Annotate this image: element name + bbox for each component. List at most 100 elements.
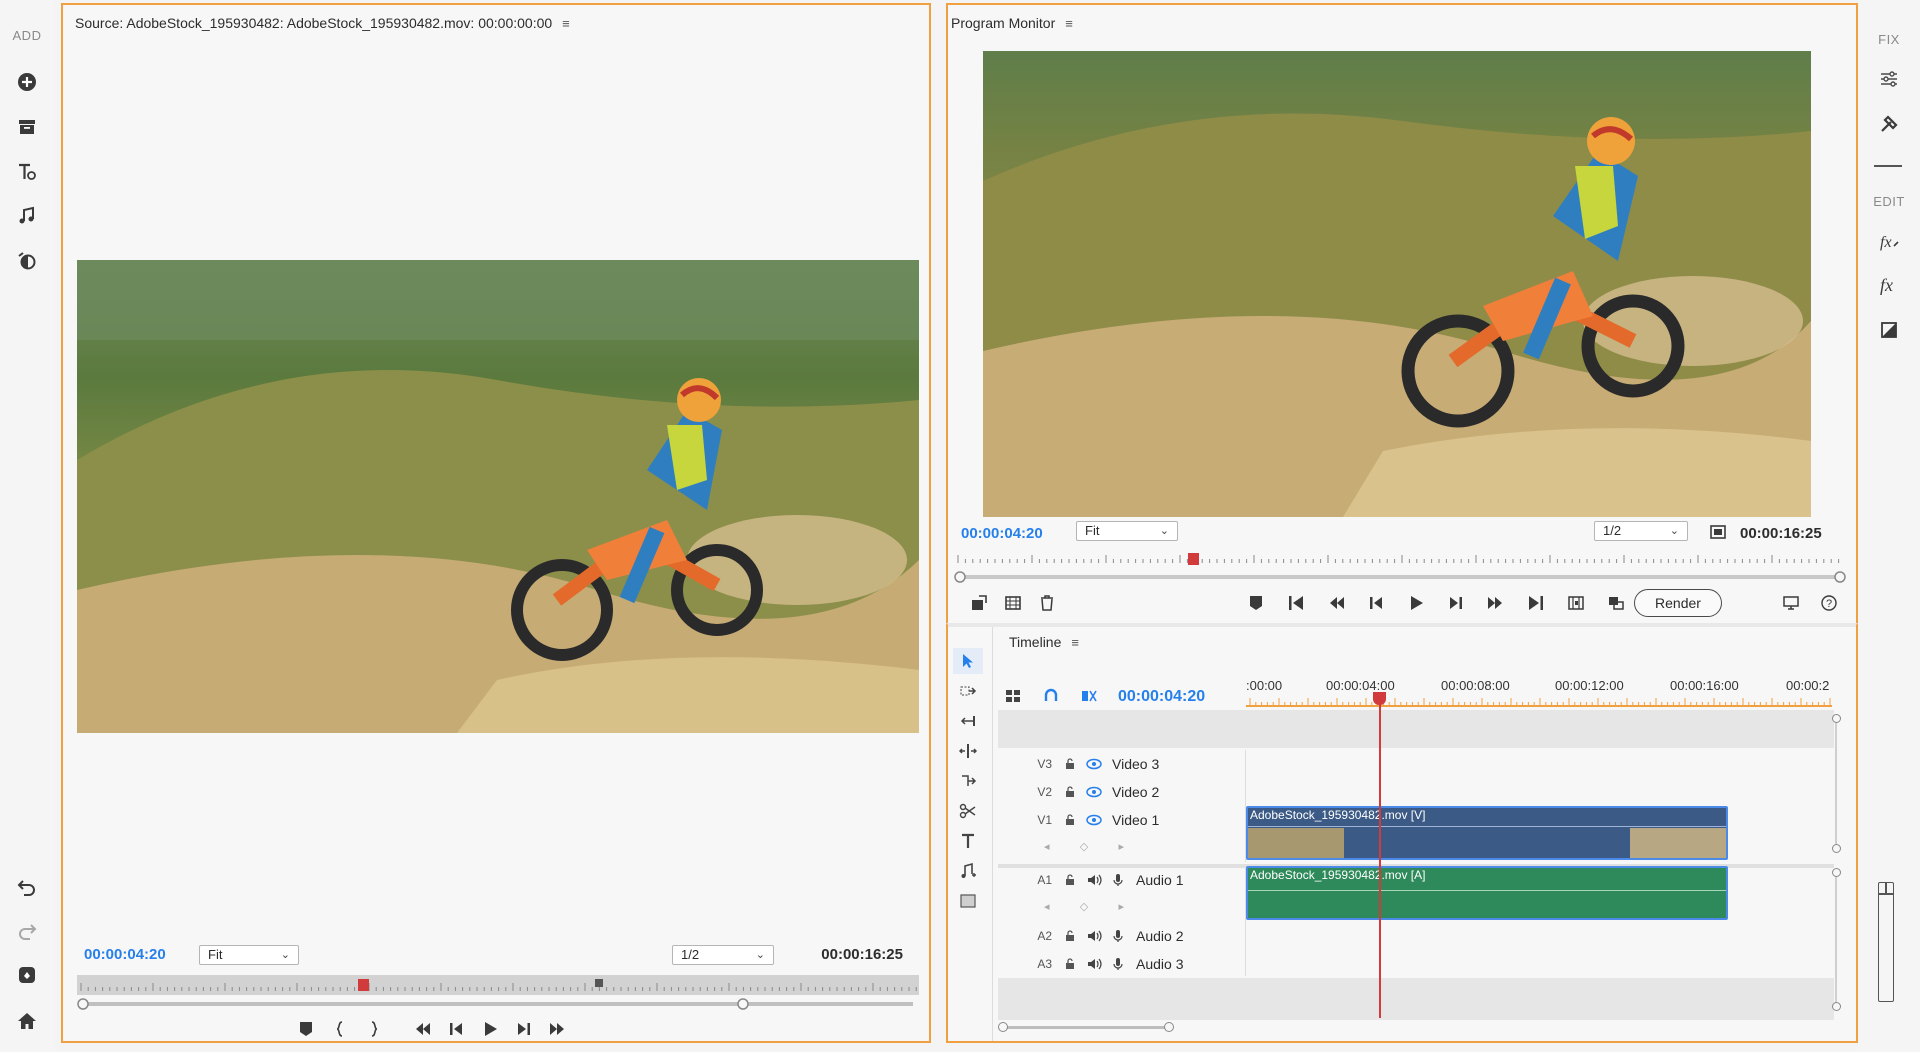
type-tool-icon[interactable] bbox=[953, 828, 983, 854]
add-keyframe-icon[interactable]: ◇ bbox=[1080, 840, 1088, 854]
source-scrubber[interactable] bbox=[77, 969, 919, 1013]
play-icon[interactable] bbox=[473, 1015, 507, 1043]
program-resolution-select[interactable]: 1/2 ⌄ bbox=[1594, 521, 1688, 541]
panel-menu-icon[interactable]: ≡ bbox=[1071, 635, 1079, 650]
lock-icon[interactable] bbox=[1058, 958, 1082, 970]
help-icon[interactable]: ? bbox=[1812, 589, 1846, 617]
audio-clip[interactable]: AdobeStock_195930482.mov [A] bbox=[1246, 866, 1728, 920]
program-timecode[interactable]: 00:00:04:20 bbox=[961, 525, 1043, 542]
color-icon[interactable] bbox=[1874, 315, 1904, 345]
source-scroll-start-handle[interactable] bbox=[77, 998, 89, 1010]
program-scroll-end-handle[interactable] bbox=[1834, 571, 1846, 583]
step-back-icon[interactable] bbox=[1356, 589, 1396, 617]
lock-icon[interactable] bbox=[1058, 874, 1082, 886]
undo-icon[interactable] bbox=[12, 872, 42, 902]
snap-icon[interactable] bbox=[1036, 682, 1066, 710]
rewind-icon[interactable] bbox=[1316, 589, 1356, 617]
archive-icon[interactable] bbox=[12, 112, 42, 142]
titles-icon[interactable] bbox=[12, 157, 42, 187]
eye-icon[interactable] bbox=[1082, 814, 1106, 826]
program-playhead[interactable] bbox=[1188, 553, 1199, 565]
video-clip[interactable]: AdobeStock_195930482.mov [V] bbox=[1246, 806, 1728, 860]
step-back-icon[interactable] bbox=[439, 1015, 473, 1043]
video-vertical-scrollbar[interactable] bbox=[1832, 714, 1841, 854]
track-select-icon[interactable] bbox=[953, 678, 983, 704]
timeline-playhead-handle[interactable] bbox=[1373, 692, 1386, 705]
source-playhead[interactable] bbox=[358, 979, 369, 991]
audio-tool-icon[interactable] bbox=[953, 858, 983, 884]
eye-icon[interactable] bbox=[1082, 758, 1106, 770]
overwrite-icon[interactable] bbox=[1596, 589, 1636, 617]
microphone-icon[interactable] bbox=[1106, 929, 1130, 943]
step-forward-icon[interactable] bbox=[507, 1015, 541, 1043]
ripple-edit-icon[interactable] bbox=[953, 708, 983, 734]
audio-vertical-scrollbar[interactable] bbox=[1832, 868, 1841, 1012]
source-resolution-select[interactable]: 1/2 ⌄ bbox=[672, 945, 774, 965]
go-to-start-icon[interactable] bbox=[1276, 589, 1316, 617]
eye-icon[interactable] bbox=[1082, 786, 1106, 798]
microphone-icon[interactable] bbox=[1106, 957, 1130, 971]
adjust-sliders-icon[interactable] bbox=[1874, 64, 1904, 94]
sequence-settings-icon[interactable] bbox=[998, 682, 1028, 710]
prev-keyframe-icon[interactable]: ◂ bbox=[1044, 840, 1050, 854]
export-frame-icon[interactable] bbox=[962, 589, 996, 617]
timeline-timecode[interactable]: 00:00:04:20 bbox=[1118, 688, 1205, 706]
transitions-icon[interactable] bbox=[12, 246, 42, 276]
source-zoom-select[interactable]: Fit ⌄ bbox=[199, 945, 299, 965]
speaker-icon[interactable] bbox=[1082, 957, 1106, 971]
tutorial-icon[interactable] bbox=[12, 960, 42, 990]
panel-menu-icon[interactable]: ≡ bbox=[562, 16, 570, 31]
add-media-icon[interactable] bbox=[12, 67, 42, 97]
program-scrubber[interactable] bbox=[954, 549, 1846, 585]
next-keyframe-icon[interactable]: ▸ bbox=[1118, 840, 1124, 854]
program-scroll-start-handle[interactable] bbox=[954, 571, 966, 583]
selection-tool-icon[interactable] bbox=[953, 648, 983, 674]
effects-icon[interactable]: fx bbox=[1874, 226, 1904, 256]
razor-icon[interactable] bbox=[953, 798, 983, 824]
source-video-frame[interactable] bbox=[77, 260, 919, 733]
rolling-edit-icon[interactable] bbox=[953, 738, 983, 764]
export-icon[interactable] bbox=[1774, 589, 1808, 617]
delete-icon[interactable] bbox=[1030, 589, 1064, 617]
rectangle-tool-icon[interactable] bbox=[953, 888, 983, 914]
safe-margins-icon[interactable] bbox=[1704, 518, 1732, 546]
lock-icon[interactable] bbox=[1058, 814, 1082, 826]
add-marker-icon[interactable] bbox=[289, 1015, 323, 1043]
step-forward-icon[interactable] bbox=[1436, 589, 1476, 617]
linked-selection-icon[interactable] bbox=[1074, 682, 1104, 710]
add-keyframe-icon[interactable]: ◇ bbox=[1080, 900, 1088, 914]
play-icon[interactable] bbox=[1396, 589, 1436, 617]
speaker-icon[interactable] bbox=[1082, 873, 1106, 887]
timeline-playhead[interactable] bbox=[1373, 692, 1386, 1018]
timeline-ruler[interactable]: :00:00 00:00:04:00 00:00:08:00 00:00:12:… bbox=[1246, 670, 1832, 710]
fast-forward-icon[interactable] bbox=[1476, 589, 1516, 617]
microphone-icon[interactable] bbox=[1106, 873, 1130, 887]
go-to-end-icon[interactable] bbox=[1516, 589, 1556, 617]
tools-icon[interactable] bbox=[1874, 109, 1904, 139]
redo-icon[interactable] bbox=[12, 916, 42, 946]
prev-keyframe-icon[interactable]: ◂ bbox=[1044, 900, 1050, 914]
mark-in-icon[interactable] bbox=[323, 1015, 357, 1043]
add-marker-icon[interactable] bbox=[1236, 589, 1276, 617]
fx-icon[interactable]: fx bbox=[1874, 270, 1904, 300]
lock-icon[interactable] bbox=[1058, 758, 1082, 770]
go-to-out-icon[interactable] bbox=[541, 1015, 575, 1043]
lock-icon[interactable] bbox=[1058, 930, 1082, 942]
filmstrip-icon[interactable] bbox=[996, 589, 1030, 617]
source-scroll-end-handle[interactable] bbox=[737, 998, 749, 1010]
render-button[interactable]: Render bbox=[1634, 589, 1722, 617]
insert-icon[interactable] bbox=[1556, 589, 1596, 617]
audio-icon[interactable] bbox=[12, 201, 42, 231]
program-video-frame[interactable] bbox=[983, 51, 1811, 517]
next-keyframe-icon[interactable]: ▸ bbox=[1118, 900, 1124, 914]
rate-stretch-icon[interactable] bbox=[953, 768, 983, 794]
lock-icon[interactable] bbox=[1058, 786, 1082, 798]
timeline-horizontal-scrollbar[interactable] bbox=[998, 1022, 1178, 1032]
program-zoom-select[interactable]: Fit ⌄ bbox=[1076, 521, 1178, 541]
panel-menu-icon[interactable]: ≡ bbox=[1065, 16, 1073, 31]
speaker-icon[interactable] bbox=[1082, 929, 1106, 943]
source-timecode[interactable]: 00:00:04:20 bbox=[84, 946, 166, 963]
home-icon[interactable] bbox=[12, 1006, 42, 1036]
go-to-in-icon[interactable] bbox=[405, 1015, 439, 1043]
mark-out-icon[interactable] bbox=[357, 1015, 391, 1043]
